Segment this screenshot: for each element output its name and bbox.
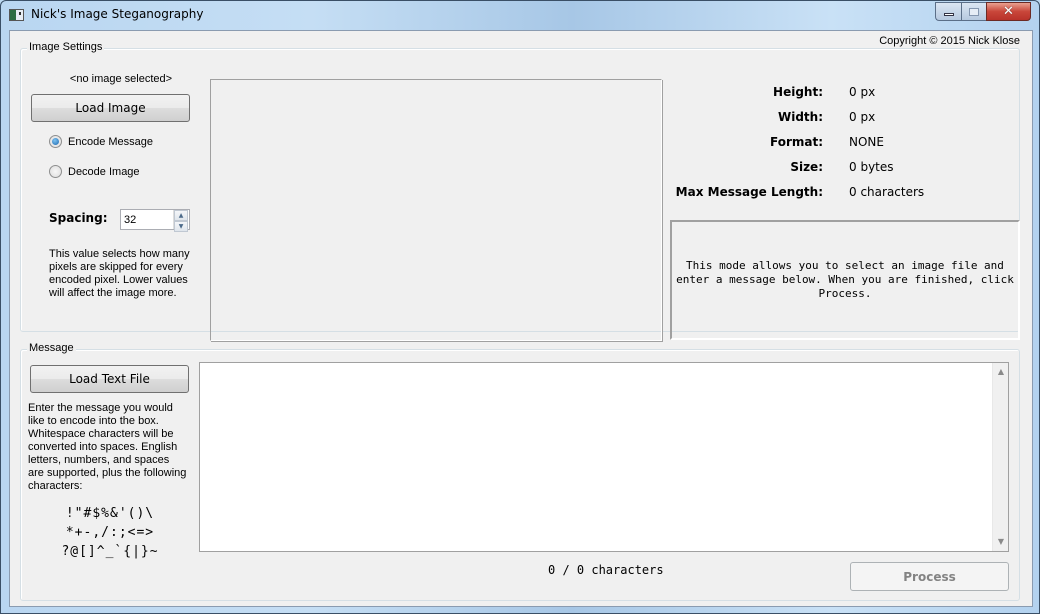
image-settings-group: Image Settings <no image selected> Load … [20, 41, 1021, 341]
message-help-text: Enter the message you would like to enco… [28, 402, 187, 492]
scroll-up-icon[interactable]: ▲ [993, 365, 1009, 379]
spin-up-icon[interactable]: ▲ [174, 210, 188, 221]
info-height-row: Height: 0 px [661, 85, 1021, 101]
info-max-length-row: Max Message Length: 0 characters [661, 185, 1021, 201]
encode-message-radio[interactable]: Encode Message [49, 135, 153, 148]
info-size-row: Size: 0 bytes [661, 160, 1021, 176]
mode-description: This mode allows you to select an image … [670, 220, 1020, 340]
load-text-file-button[interactable]: Load Text File [30, 365, 189, 393]
width-value: 0 px [849, 110, 876, 124]
caption-buttons: ✕ [935, 2, 1031, 21]
process-button[interactable]: Process [850, 562, 1009, 591]
window-title: Nick's Image Steganography [31, 7, 204, 21]
app-icon[interactable] [9, 9, 24, 21]
minimize-button[interactable] [935, 2, 961, 21]
app-window: Nick's Image Steganography ✕ Copyright ©… [0, 0, 1040, 614]
maximize-icon [969, 7, 979, 16]
radio-encode[interactable] [49, 135, 62, 148]
copyright-label: Copyright © 2015 Nick Klose [879, 35, 1020, 47]
image-settings-title: Image Settings [27, 41, 105, 53]
supported-characters: !"#$%&'()\ *+-,/:;<=> ?@[]^_`{|}~ [61, 506, 159, 559]
decode-image-radio[interactable]: Decode Image [49, 165, 140, 178]
max-length-label: Max Message Length: [675, 185, 823, 199]
close-icon: ✕ [1003, 4, 1014, 19]
spacing-label: Spacing: [49, 211, 108, 225]
decode-image-label: Decode Image [68, 165, 140, 178]
format-label: Format: [769, 135, 823, 149]
message-group-title: Message [27, 342, 76, 354]
spin-down-icon[interactable]: ▼ [174, 221, 188, 232]
client-area: Copyright © 2015 Nick Klose Image Settin… [9, 30, 1033, 607]
message-input[interactable] [200, 363, 992, 551]
load-image-button[interactable]: Load Image [31, 94, 190, 122]
message-scrollbar[interactable]: ▲ ▼ [992, 363, 1008, 551]
character-count: 0 / 0 characters [548, 563, 664, 577]
spacing-help-text: This value selects how many pixels are s… [49, 248, 190, 299]
info-width-row: Width: 0 px [661, 110, 1021, 126]
title-bar[interactable]: Nick's Image Steganography ✕ [1, 1, 1039, 29]
height-label: Height: [773, 85, 823, 99]
minimize-icon [943, 13, 954, 16]
radio-decode[interactable] [49, 165, 62, 178]
message-box[interactable]: ▲ ▼ [199, 362, 1009, 552]
info-format-row: Format: NONE [661, 135, 1021, 151]
scroll-down-icon[interactable]: ▼ [993, 535, 1009, 549]
height-value: 0 px [849, 85, 876, 99]
size-label: Size: [790, 160, 823, 174]
encode-message-label: Encode Message [68, 135, 153, 148]
spin-buttons: ▲ ▼ [173, 210, 188, 232]
size-value: 0 bytes [849, 160, 894, 174]
spacing-spinbox[interactable]: ▲ ▼ [120, 209, 190, 232]
image-preview [210, 79, 662, 341]
spacing-input[interactable] [121, 210, 173, 229]
max-length-value: 0 characters [849, 185, 925, 199]
format-value: NONE [849, 135, 884, 149]
width-label: Width: [777, 110, 823, 124]
close-button[interactable]: ✕ [986, 2, 1031, 21]
image-status-label: <no image selected> [69, 73, 173, 85]
maximize-button[interactable] [961, 2, 986, 21]
